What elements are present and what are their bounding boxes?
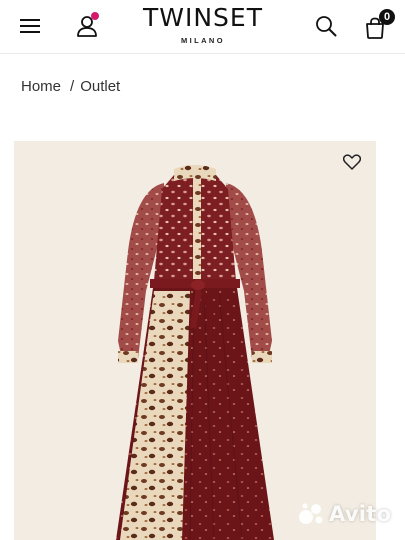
brand-logo[interactable]: TWINSET MILANO: [116, 3, 290, 46]
breadcrumb: Home / Outlet: [21, 78, 120, 95]
avito-dots-icon: [299, 503, 323, 524]
account-button[interactable]: [72, 10, 102, 42]
product-image: [116, 165, 274, 540]
cart-count-badge: 0: [379, 9, 395, 25]
brand-name: TWINSET: [142, 3, 263, 32]
search-icon: [316, 16, 337, 37]
brand-subtitle: MILANO: [181, 36, 225, 45]
watermark-text: Avito: [329, 502, 392, 526]
notification-dot: [91, 12, 99, 20]
heart-outline-icon: [343, 154, 361, 170]
avito-watermark: Avito: [298, 502, 391, 526]
breadcrumb-separator: /: [70, 78, 75, 95]
hamburger-menu-icon: [20, 19, 40, 33]
product-image-card[interactable]: [14, 141, 376, 540]
menu-button[interactable]: [14, 12, 46, 40]
cart-button[interactable]: 0: [360, 8, 396, 42]
search-button[interactable]: [310, 10, 342, 42]
breadcrumb-outlet[interactable]: Outlet: [80, 78, 120, 95]
breadcrumb-home[interactable]: Home: [21, 78, 61, 95]
site-header: TWINSET MILANO 0: [0, 0, 405, 54]
favorite-button[interactable]: [341, 151, 363, 173]
